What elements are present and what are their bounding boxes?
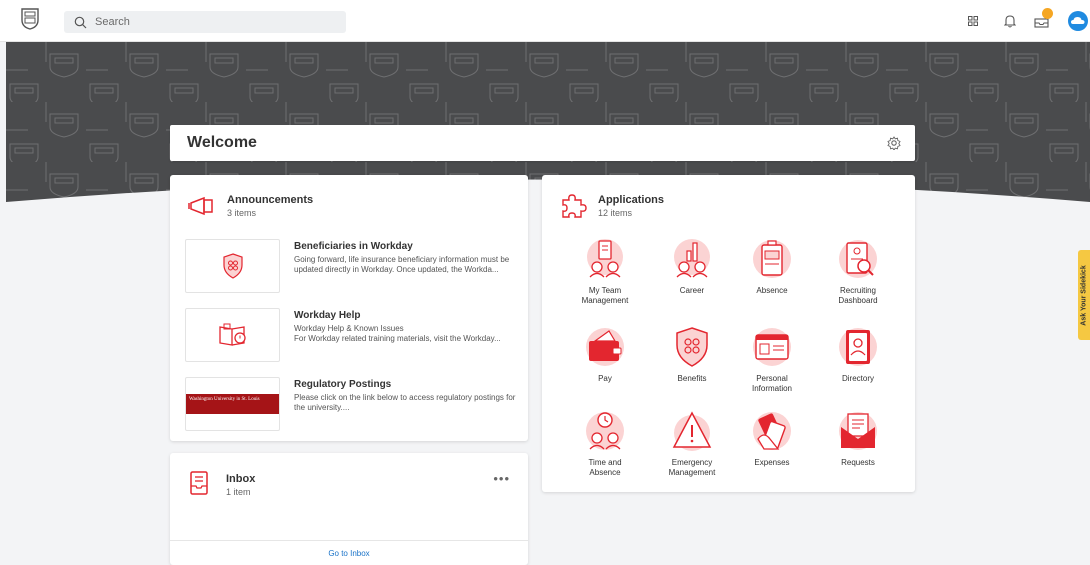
announcements-title: Announcements: [227, 194, 314, 206]
announcement-item[interactable]: Workday Help Workday Help & Known Issues…: [185, 308, 515, 362]
personal-info-icon: [753, 328, 791, 366]
puzzle-icon: [562, 194, 587, 218]
app-requests[interactable]: Requests: [818, 409, 898, 489]
app-label: Absence: [756, 286, 788, 295]
applications-title: Applications: [598, 194, 665, 206]
emergency-icon: [672, 411, 712, 451]
notification-badge: [1042, 8, 1053, 19]
book-help-icon: [218, 323, 246, 346]
team-management-icon: [587, 239, 623, 278]
expenses-icon: [753, 412, 791, 450]
announcement-thumbnail: [185, 308, 280, 362]
app-my-team-management[interactable]: My Team Management: [565, 237, 645, 317]
requests-icon: [839, 412, 877, 450]
recruiting-icon: [839, 240, 877, 278]
announcement-thumbnail: Washington University in St. Louis: [185, 377, 280, 431]
app-label: Requests: [841, 458, 875, 467]
app-pay[interactable]: Pay: [565, 325, 645, 405]
app-absence[interactable]: Absence: [732, 237, 812, 317]
app-label: Benefits: [677, 374, 707, 383]
announcement-body: Going forward, life insurance beneficiar…: [294, 255, 510, 274]
university-banner: Washington University in St. Louis: [186, 394, 279, 414]
announcements-card: Announcements 3 items Beneficiaries in W…: [170, 175, 528, 441]
app-career[interactable]: Career: [652, 237, 732, 317]
go-to-inbox-link[interactable]: Go to Inbox: [170, 540, 528, 565]
app-label: Time and Absence: [588, 458, 622, 477]
time-absence-icon: [586, 412, 624, 450]
career-icon: [674, 239, 710, 278]
announcement-item[interactable]: Beneficiaries in Workday Going forward, …: [185, 239, 515, 293]
megaphone-icon: [188, 196, 213, 216]
search-placeholder: Search: [95, 16, 130, 28]
ask-sidekick-tab[interactable]: Ask Your Sidekick: [1078, 250, 1090, 340]
app-label: Expenses: [754, 458, 790, 467]
welcome-bar: Welcome: [170, 125, 915, 161]
search-input[interactable]: Search: [64, 11, 346, 33]
app-label: Recruiting Dashboard: [838, 286, 878, 305]
app-time-and-absence[interactable]: Time and Absence: [565, 409, 645, 489]
announcement-title[interactable]: Beneficiaries in Workday: [294, 241, 413, 252]
inbox-card: Inbox 1 item ••• Go to Inbox: [170, 453, 528, 565]
university-banner-text: Washington University in St. Louis: [189, 397, 260, 402]
page-title: Welcome: [187, 134, 257, 151]
top-bar: Search: [0, 0, 1090, 42]
apps-grid-icon[interactable]: [964, 12, 982, 30]
app-benefits[interactable]: Benefits: [652, 325, 732, 405]
search-icon: [74, 16, 87, 28]
app-personal-information[interactable]: Personal Information: [732, 325, 812, 405]
app-label: Emergency Management: [668, 458, 716, 477]
benefits-icon: [676, 327, 708, 367]
announcement-title[interactable]: Regulatory Postings: [294, 379, 391, 390]
sidekick-label: Ask Your Sidekick: [1080, 264, 1088, 326]
app-label: Directory: [841, 374, 874, 383]
bell-icon[interactable]: [1001, 12, 1019, 30]
inbox-icon: [190, 471, 208, 495]
gear-icon[interactable]: [887, 136, 901, 150]
applications-count: 12 items: [598, 208, 633, 218]
app-recruiting-dashboard[interactable]: Recruiting Dashboard: [818, 237, 898, 317]
absence-icon: [753, 240, 791, 278]
app-label: My Team Management: [581, 286, 629, 305]
app-directory[interactable]: Directory: [818, 325, 898, 405]
announcement-item[interactable]: Washington University in St. Louis Regul…: [185, 377, 515, 431]
university-logo[interactable]: [20, 8, 40, 30]
profile-cloud-icon[interactable]: [1068, 11, 1088, 31]
app-label: Career: [679, 286, 705, 295]
inbox-count: 1 item: [226, 487, 251, 497]
applications-card: Applications 12 items My Team Management…: [542, 175, 915, 492]
announcement-body: Please click on the link below to access…: [294, 393, 516, 412]
announcement-thumbnail: [185, 239, 280, 293]
announcement-body: Workday Help & Known Issues For Workday …: [294, 324, 501, 343]
app-emergency-management[interactable]: Emergency Management: [652, 409, 732, 489]
directory-icon: [839, 328, 877, 366]
app-label: Pay: [598, 374, 612, 383]
inbox-title: Inbox: [226, 473, 256, 485]
pay-icon: [586, 328, 624, 366]
announcement-title[interactable]: Workday Help: [294, 310, 361, 321]
app-label: Personal Information: [751, 374, 793, 393]
shield-icon: [222, 253, 243, 279]
announcements-count: 3 items: [227, 208, 257, 218]
more-options-button[interactable]: •••: [493, 471, 510, 486]
app-expenses[interactable]: Expenses: [732, 409, 812, 489]
